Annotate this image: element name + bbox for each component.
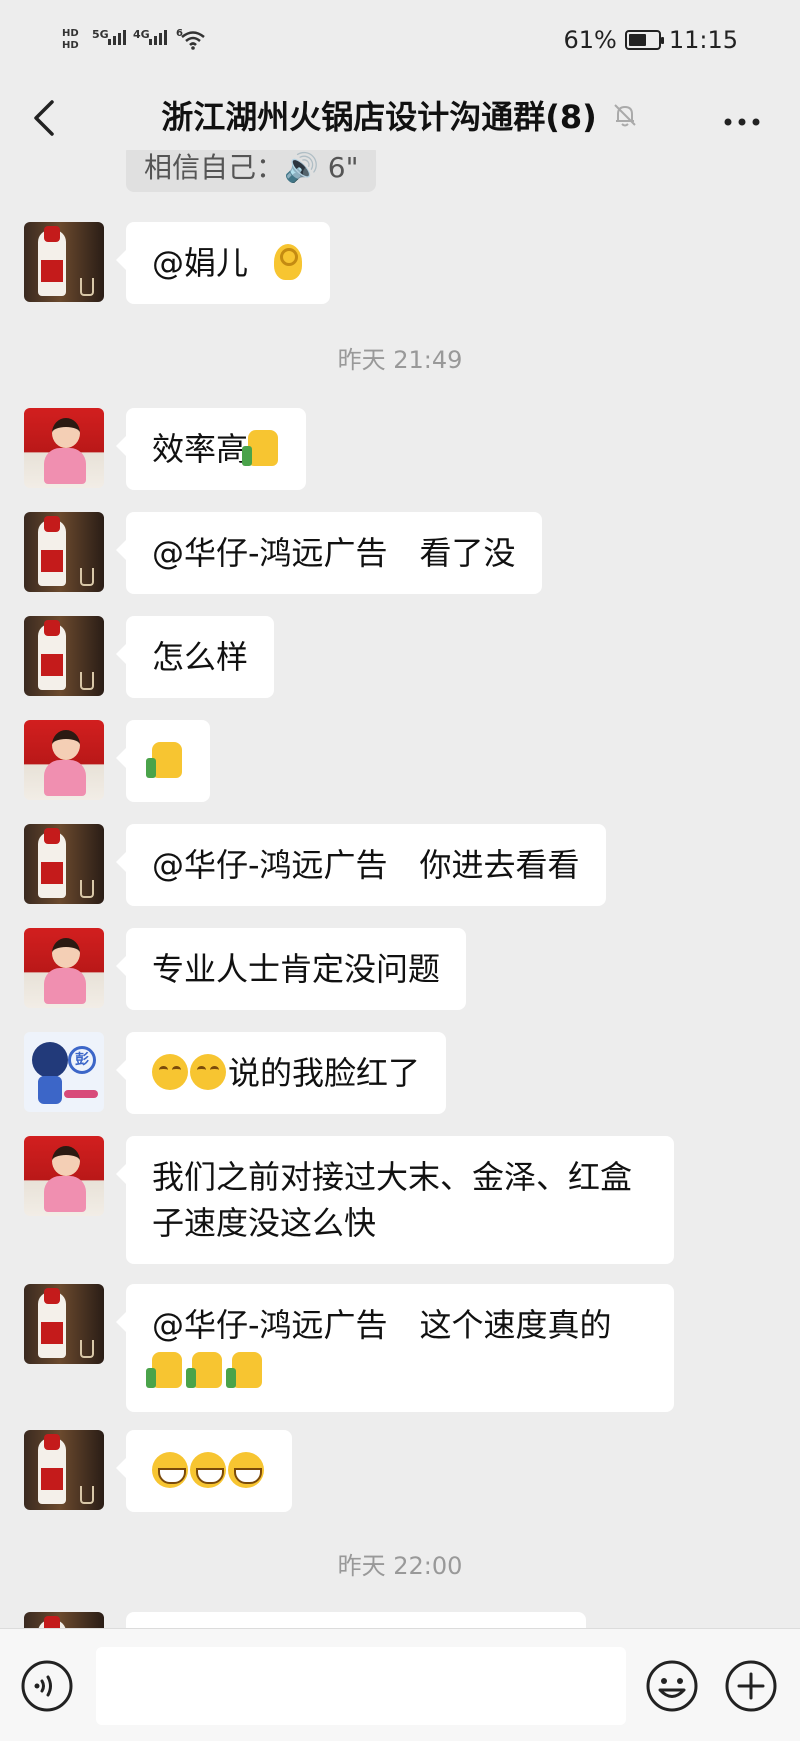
plus-icon[interactable]	[724, 1659, 778, 1713]
message-row: 怎么样	[24, 616, 275, 698]
battery-icon	[624, 30, 664, 50]
message-bubble[interactable]: 专业人士肯定没问题	[115, 928, 467, 1010]
message-row: 效率高	[24, 408, 307, 490]
message-text: 专业人士肯定没问题	[152, 950, 441, 988]
avatar[interactable]	[24, 1430, 104, 1510]
status-right: 61% 11:15	[563, 26, 738, 54]
clock: 11:15	[668, 26, 738, 54]
avatar[interactable]	[24, 824, 104, 904]
battery-fill	[628, 34, 646, 46]
grin-emoji-icon	[152, 1452, 188, 1488]
network-5g: 5G	[92, 28, 109, 41]
message-list[interactable]: 相信自己：🔊 6" 昨天 21:49 昨天 22:00 @娟儿 效率高 @华仔-…	[0, 150, 800, 1628]
thumbs-up-emoji-icon	[146, 1352, 182, 1388]
avatar[interactable]	[24, 1612, 104, 1628]
message-text: 我们之前对接过大末、金泽、红盒子速度没这么快	[152, 1158, 633, 1242]
message-bubble[interactable]: @华仔-鸿远广告 这个速度真的	[116, 1284, 674, 1412]
message-row	[24, 1430, 292, 1512]
sim-indicator: HD HD	[62, 28, 79, 52]
message-bubble[interactable]	[116, 1430, 292, 1512]
avatar[interactable]	[24, 222, 104, 302]
more-horizontal-icon[interactable]	[720, 100, 764, 144]
message-row: @娟儿	[24, 222, 331, 304]
timestamp: 昨天 21:49	[337, 346, 463, 374]
network-4g: 4G	[133, 28, 150, 41]
message-text: 说的我脸红了	[228, 1054, 421, 1092]
message-bubble[interactable]: 说的我脸红了	[115, 1032, 447, 1114]
thumbs-up-emoji-icon	[146, 742, 182, 778]
avatar[interactable]	[24, 928, 104, 1008]
message-row: @华仔-鸿远广告 看了没	[24, 512, 542, 594]
voice-message-preview[interactable]: 相信自己：🔊 6"	[126, 150, 377, 192]
input-bar	[0, 1628, 800, 1741]
signal-bars-2	[149, 30, 167, 45]
message-bubble[interactable]: 效率高	[115, 408, 307, 490]
thumbs-up-emoji-icon	[242, 430, 279, 466]
ok-hand-emoji-icon	[274, 244, 303, 280]
message-row: 彭 说的我脸红了	[24, 1032, 447, 1114]
smile-emoji-icon	[190, 1054, 226, 1090]
grin-emoji-icon	[190, 1452, 226, 1488]
message-text: @华仔-鸿远广告 这个速度真的	[152, 1306, 612, 1344]
message-text: 效率高	[152, 430, 249, 468]
emoji-icon[interactable]	[645, 1659, 699, 1713]
battery-percent: 61%	[563, 26, 617, 54]
message-row: 我们之前对接过大末、金泽、红盒子速度没这么快	[24, 1136, 674, 1264]
avatar[interactable]	[24, 512, 104, 592]
message-text: @娟儿	[152, 244, 249, 282]
message-row	[24, 1612, 586, 1628]
smile-emoji-icon	[152, 1054, 188, 1090]
message-row: 专业人士肯定没问题	[24, 928, 467, 1010]
signal-bars-1	[108, 30, 126, 45]
sim1-label: HD	[62, 28, 79, 39]
avatar[interactable]	[24, 616, 104, 696]
message-row: @华仔-鸿远广告 你进去看看	[24, 824, 606, 906]
message-text: 怎么样	[152, 638, 249, 676]
message-text: @华仔-鸿远广告 看了没	[152, 534, 516, 572]
message-row	[24, 720, 210, 802]
avatar[interactable]	[24, 1284, 104, 1364]
message-input[interactable]	[96, 1647, 626, 1725]
message-bubble[interactable]	[126, 1612, 586, 1628]
avatar[interactable]: 彭	[24, 1032, 104, 1112]
sim2-label: HD	[62, 40, 79, 51]
message-bubble[interactable]: 我们之前对接过大末、金泽、红盒子速度没这么快	[116, 1136, 674, 1264]
thumbs-up-emoji-icon	[186, 1352, 222, 1388]
message-bubble[interactable]: @娟儿	[115, 222, 331, 304]
grin-emoji-icon	[228, 1452, 264, 1488]
timestamp: 昨天 22:00	[337, 1552, 463, 1580]
chat-title: 浙江湖州火锅店设计沟通群(8)	[161, 98, 597, 136]
message-bubble[interactable]: 怎么样	[115, 616, 275, 698]
message-bubble[interactable]: @华仔-鸿远广告 看了没	[116, 512, 542, 594]
message-bubble[interactable]: @华仔-鸿远广告 你进去看看	[116, 824, 606, 906]
message-bubble[interactable]	[116, 720, 210, 802]
bell-off-icon	[614, 104, 636, 127]
voice-icon[interactable]	[20, 1659, 74, 1713]
wifi-icon	[181, 31, 205, 50]
status-bar: HD HD 5G 4G 6 61% 11:15	[0, 0, 800, 80]
thumbs-up-emoji-icon	[226, 1352, 262, 1388]
avatar[interactable]	[24, 720, 104, 800]
avatar[interactable]	[24, 408, 104, 488]
message-text: @华仔-鸿远广告 你进去看看	[152, 846, 580, 884]
message-row: @华仔-鸿远广告 这个速度真的	[24, 1284, 674, 1412]
avatar[interactable]	[24, 1136, 104, 1216]
